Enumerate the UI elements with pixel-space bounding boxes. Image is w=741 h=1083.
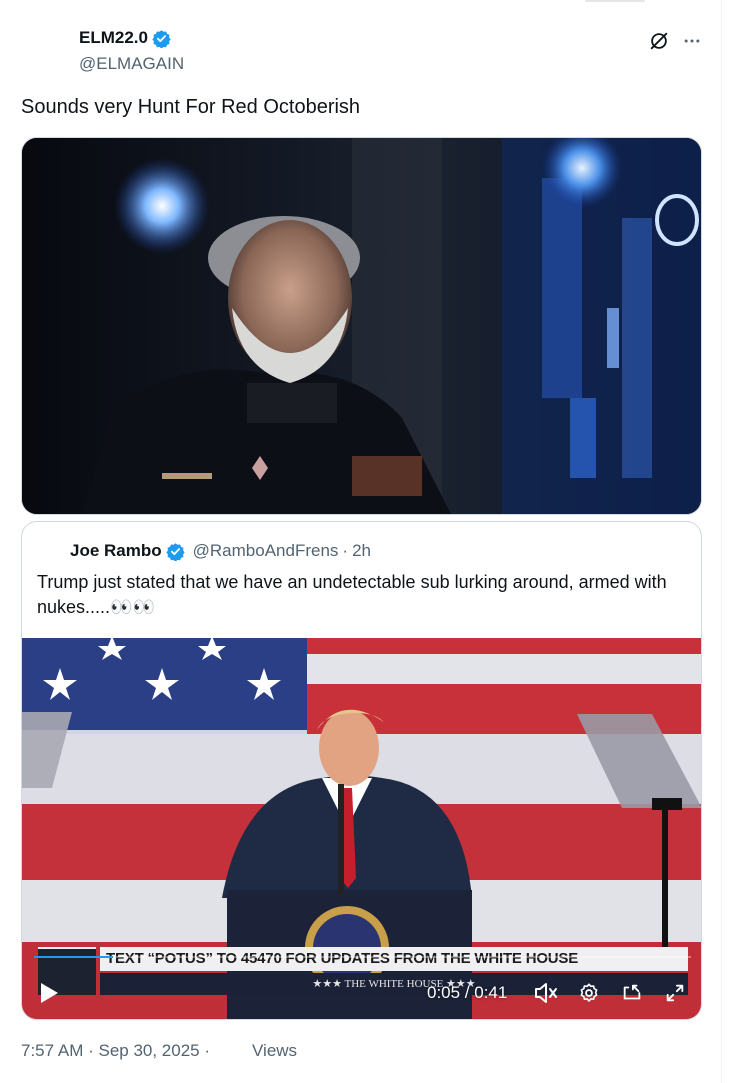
frame-border — [721, 0, 722, 1083]
quoted-post-header: Joe Rambo @RamboAndFrens · 2h — [70, 541, 371, 562]
scroll-nub — [585, 0, 645, 2]
post-header: ELM22.0 @ELMAGAIN — [79, 28, 184, 74]
author-handle[interactable]: @ELMAGAIN — [79, 54, 184, 74]
quoted-post-card[interactable]: Joe Rambo @RamboAndFrens · 2h Trump just… — [21, 521, 702, 1020]
post-timestamp[interactable]: 7:57 AM · Sep 30, 2025 · — [21, 1041, 210, 1061]
video-controls: 0:05 / 0:41 — [22, 981, 701, 1015]
fullscreen-icon[interactable] — [664, 981, 686, 1010]
post-footer: 7:57 AM · Sep 30, 2025 · Views — [21, 1041, 297, 1061]
video-progress-fill — [34, 956, 113, 958]
grok-icon[interactable] — [648, 30, 670, 52]
mute-icon[interactable] — [533, 981, 559, 1010]
views-label[interactable]: Views — [252, 1041, 297, 1061]
video-progress-bar[interactable] — [34, 956, 691, 958]
video-time: 0:05 / 0:41 — [427, 983, 508, 1002]
lower-third-banner: TEXT “POTUS” TO 45470 FOR UPDATES FROM T… — [100, 947, 688, 971]
quoted-author-name[interactable]: Joe Rambo — [70, 541, 162, 561]
verified-badge-icon[interactable] — [152, 29, 171, 49]
quoted-post-time[interactable]: 2h — [352, 541, 371, 561]
picture-in-picture-icon[interactable] — [621, 981, 643, 1010]
more-icon[interactable] — [682, 31, 702, 51]
quoted-post-text: Trump just stated that we have an undete… — [37, 572, 667, 617]
author-display-name[interactable]: ELM22.0 — [79, 28, 148, 48]
post-actions — [648, 30, 702, 52]
verified-badge-icon[interactable] — [165, 542, 185, 562]
quoted-author-handle[interactable]: @RamboAndFrens — [193, 541, 339, 561]
dot-separator: · — [342, 541, 349, 560]
video-player[interactable]: TEXT “POTUS” TO 45470 FOR UPDATES FROM T… — [22, 638, 701, 1019]
post-image[interactable] — [21, 137, 702, 515]
name-row: ELM22.0 — [79, 28, 184, 49]
movie-still-image — [22, 138, 701, 514]
settings-gear-icon[interactable] — [578, 981, 600, 1010]
play-icon[interactable] — [38, 981, 60, 1010]
post-text: Sounds very Hunt For Red Octoberish — [21, 96, 361, 118]
